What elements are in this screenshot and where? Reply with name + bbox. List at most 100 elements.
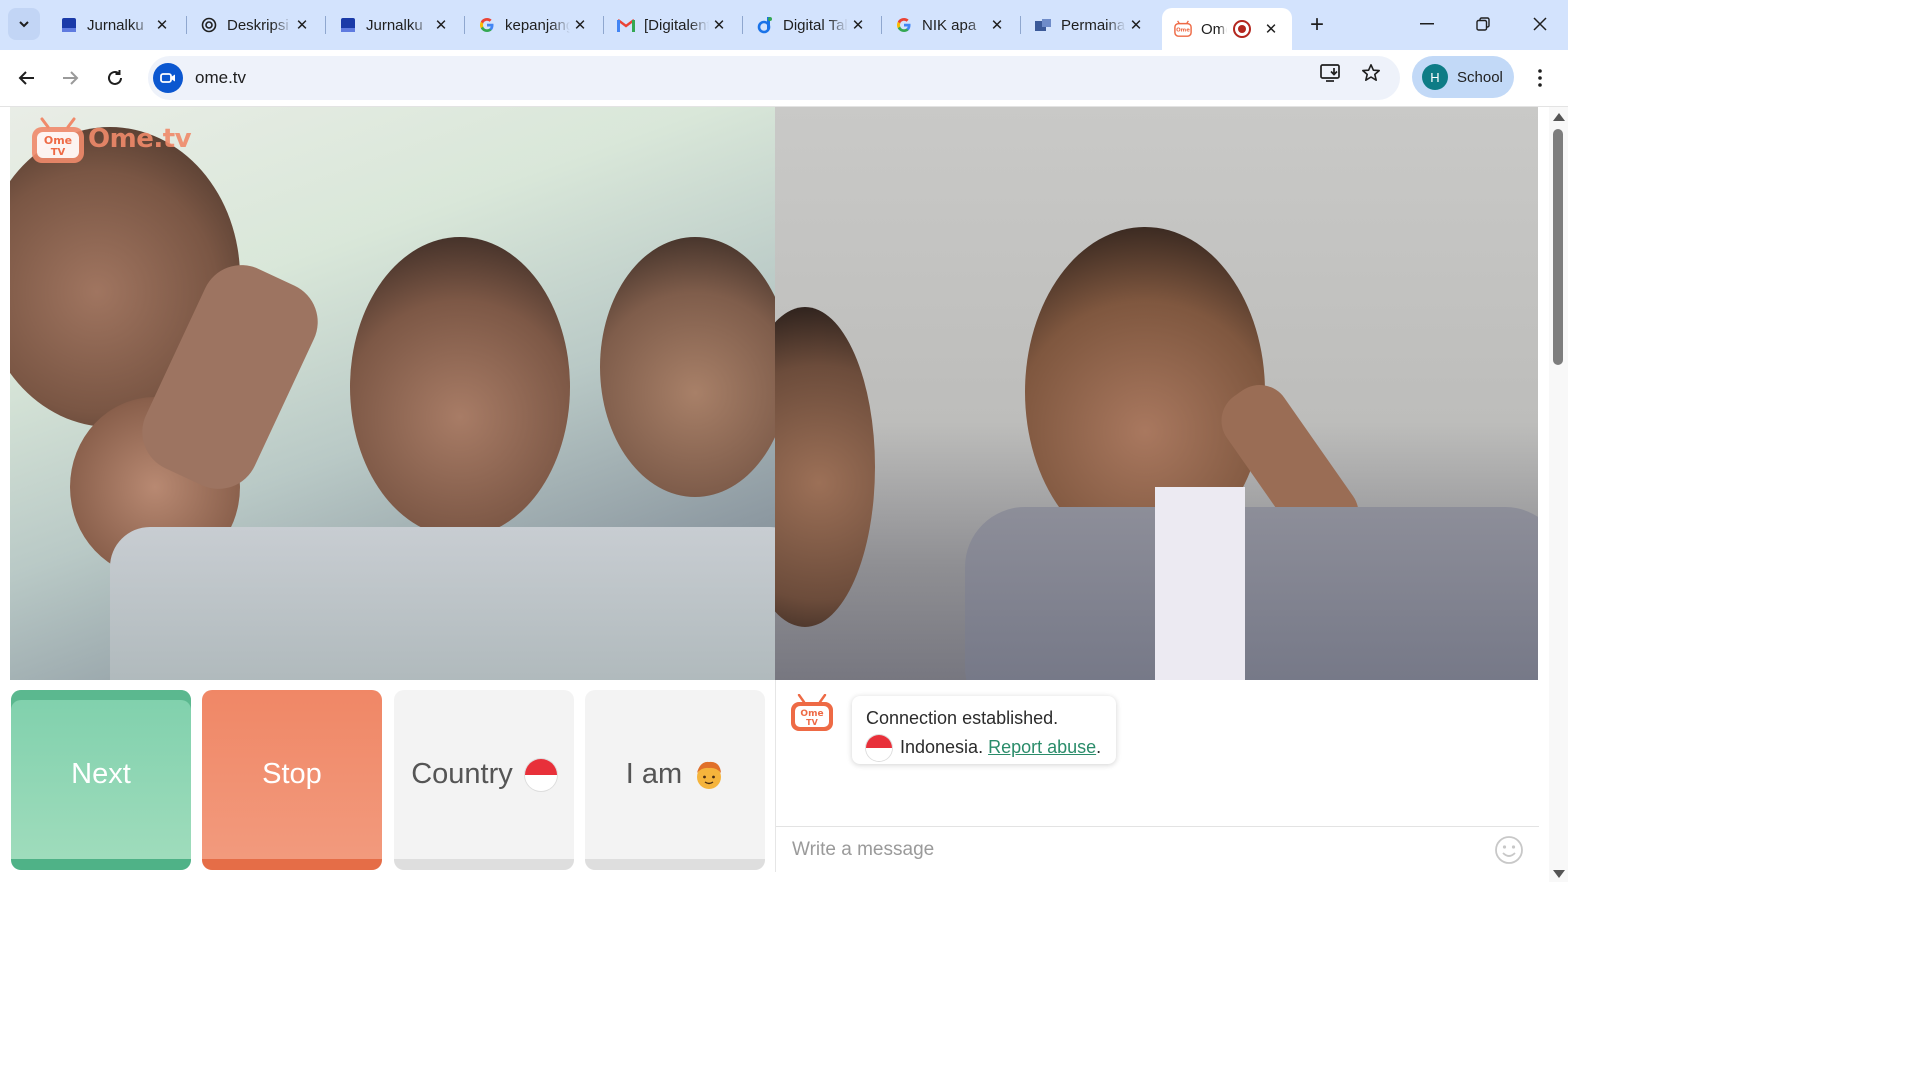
tab-separator [881,16,882,34]
plus-icon: + [1309,11,1324,38]
close-icon[interactable]: ✕ [1126,15,1146,35]
scroll-down-arrow-icon[interactable] [1553,870,1565,878]
bookmark-button[interactable] [1358,60,1384,86]
remote-video [775,107,1538,680]
next-label: Next [71,758,131,790]
tab-search-button[interactable] [8,8,40,40]
emoji-icon[interactable] [1494,835,1524,865]
tab-9-active[interactable]: Ome Ome ✕ [1162,8,1292,50]
partner-country: Indonesia. [900,737,984,757]
stop-label: Stop [262,758,322,790]
ometv-page: Ome TV Ome.tv Next Stop Country I am Ome T… [0,107,1548,882]
country-button[interactable]: Country [394,690,574,870]
tab-separator [603,16,604,34]
reload-button[interactable] [99,62,131,94]
uniform-shape [965,507,1538,680]
digitalent-icon [756,16,774,34]
tab-separator [186,16,187,34]
ometv-logo: Ome TV Ome.tv [30,117,192,163]
ometv-chat-logo-icon: Ome TV [790,693,833,731]
svg-text:TV: TV [51,147,66,158]
restore-button[interactable] [1463,8,1503,40]
tab-title: Jurnalku [87,16,144,34]
close-window-button[interactable] [1520,8,1560,40]
close-icon[interactable]: ✕ [570,15,590,35]
close-icon[interactable]: ✕ [1261,19,1281,39]
report-abuse-link[interactable]: Report abuse [988,733,1096,762]
close-icon[interactable]: ✕ [709,15,729,35]
tab-strip: Jurnalku ✕ Deskripsi ✕ Jurnalku ✕ kepanj… [0,0,1568,50]
browser-toolbar: ome.tv H School [0,50,1568,107]
tab-3[interactable]: Jurnalku ✕ [327,8,459,42]
close-icon[interactable]: ✕ [987,15,1007,35]
puzzle-icon [1034,16,1052,34]
tab-4[interactable]: kepanjangan ✕ [466,8,598,42]
minimize-button[interactable] [1407,8,1447,40]
profile-button[interactable]: H School [1412,56,1514,98]
tab-title: Digital Talent [783,16,848,34]
tab-title: NIK apa [922,16,977,34]
tab-title: Jurnalku [366,16,423,34]
google-icon [895,16,913,34]
page-scrollbar[interactable] [1549,107,1568,882]
close-icon[interactable]: ✕ [848,15,868,35]
back-button[interactable] [11,62,43,94]
tab-separator [1020,16,1021,34]
message-bar [776,826,1539,873]
svg-text:Ome: Ome [1176,28,1190,34]
tab-separator [464,16,465,34]
close-icon[interactable]: ✕ [292,15,312,35]
tab-title: kepanjangan [505,16,570,34]
scroll-up-arrow-icon[interactable] [1553,113,1565,121]
openai-icon [200,16,218,34]
connection-status: Connection established. [866,708,1059,728]
next-button[interactable]: Next [11,690,191,870]
profile-label: School [1457,68,1503,86]
url-text: ome.tv [195,68,247,87]
chevron-down-icon [19,21,29,28]
star-icon [1362,64,1380,81]
tab-title: Deskripsi [227,16,289,34]
tab-1[interactable]: Jurnalku ✕ [48,8,180,42]
gender-button[interactable]: I am [585,690,765,870]
ometv-brand-text: Ome.tv [88,124,192,154]
stop-button[interactable]: Stop [202,690,382,870]
new-tab-button[interactable]: + [1302,10,1332,40]
browser-menu-button[interactable] [1526,64,1554,92]
close-icon[interactable]: ✕ [152,15,172,35]
tab-6[interactable]: Digital Talent ✕ [744,8,876,42]
tab-2[interactable]: Deskripsi ✕ [188,8,320,42]
tab-8[interactable]: Permainan ✕ [1022,8,1154,42]
shirt-shape [1155,487,1245,680]
install-app-button[interactable] [1318,60,1344,86]
tab-separator [742,16,743,34]
tab-5[interactable]: [Digitalent] ✕ [605,8,737,42]
scrollbar-thumb[interactable] [1553,129,1563,365]
google-icon [478,16,496,34]
forward-button[interactable] [54,62,86,94]
person-silhouette [775,307,875,627]
message-input[interactable] [790,838,1474,862]
country-label: Country [411,758,513,790]
tab-title: Permainan [1061,16,1126,34]
close-icon [1533,17,1547,31]
install-icon [1320,64,1340,82]
minimize-icon [1420,23,1434,25]
report-suffix: . [1096,737,1102,757]
close-icon[interactable]: ✕ [431,15,451,35]
person-silhouette [350,237,570,537]
system-message-bubble: Connection established. Indonesia. Repor… [852,696,1116,764]
restore-icon [1476,17,1490,31]
address-bar[interactable]: ome.tv [148,56,1400,100]
doc-blue-icon [339,16,357,34]
tab-title: Ome [1201,20,1227,38]
gmail-icon [617,16,635,34]
tab-7[interactable]: NIK apa ✕ [883,8,1015,42]
indonesia-flag-icon [524,758,557,791]
doc-blue-icon [60,16,78,34]
person-silhouette [600,237,775,497]
arrow-right-icon [63,71,79,85]
tab-title: [Digitalent] [644,16,709,34]
local-video: Ome TV Ome.tv [10,107,775,680]
uniform-shape [110,527,775,680]
